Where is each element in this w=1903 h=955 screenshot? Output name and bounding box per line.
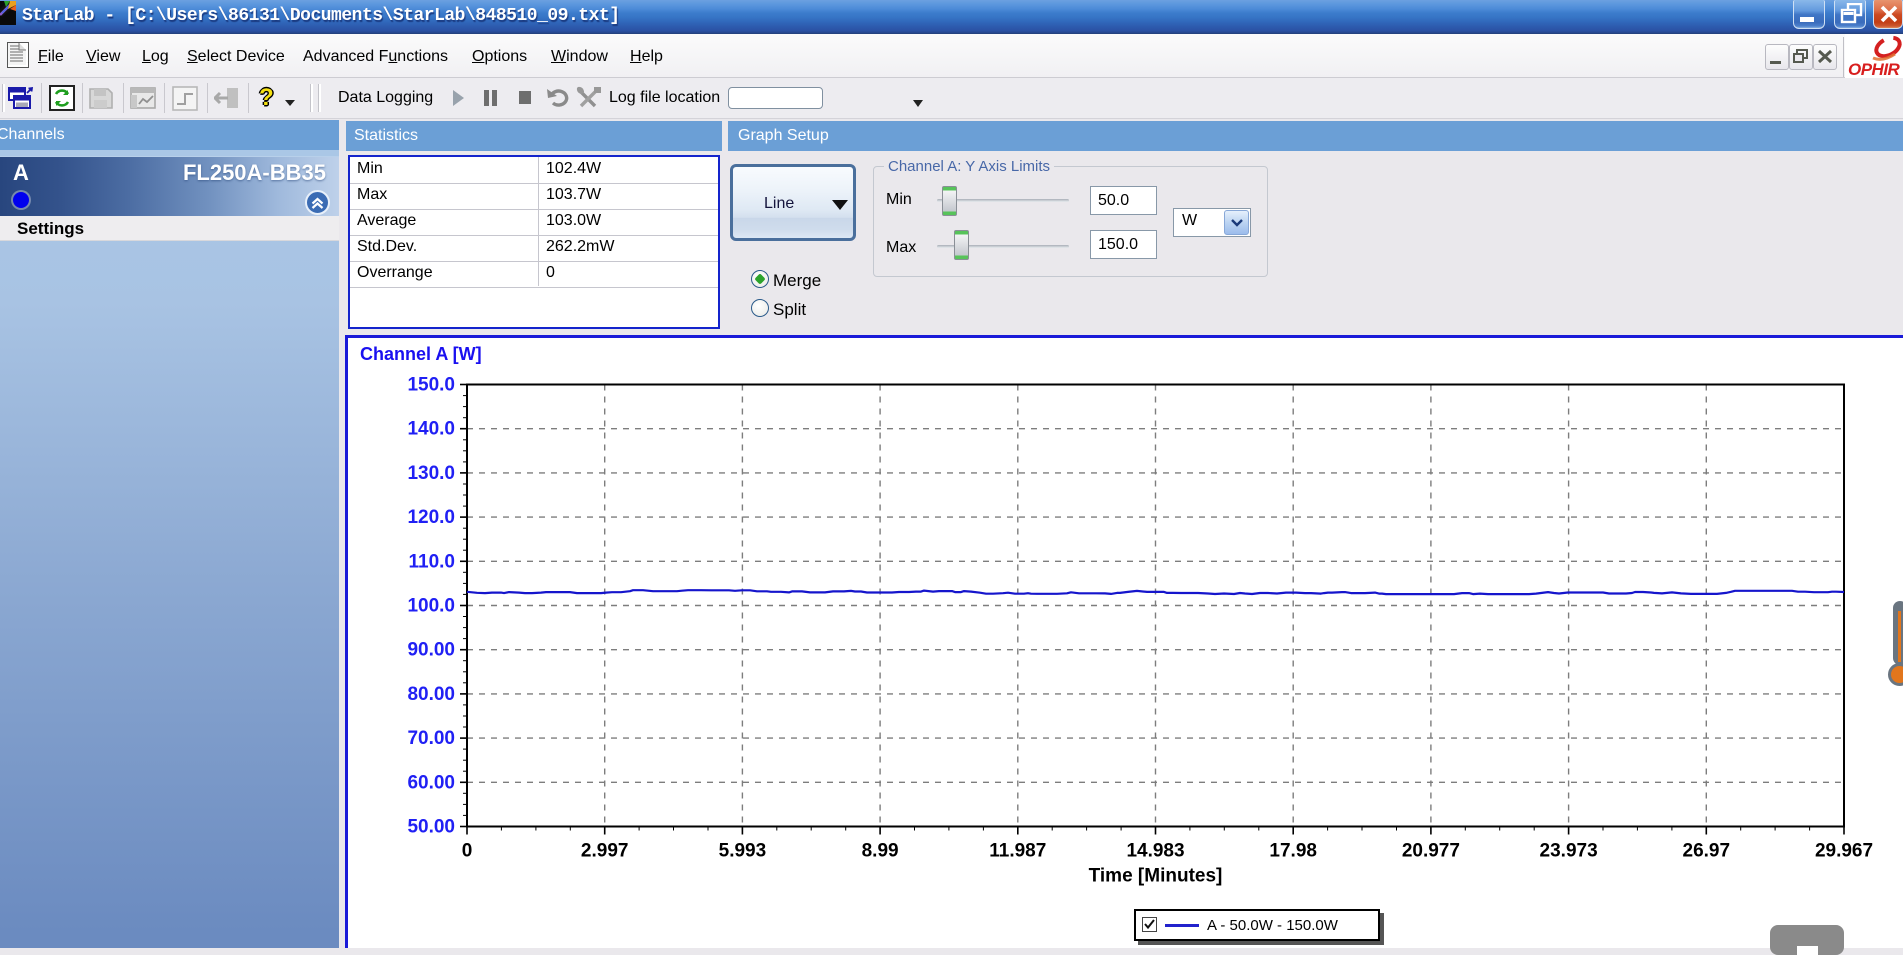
svg-text:26.97: 26.97 (1683, 841, 1731, 862)
svg-text:110.0: 110.0 (409, 551, 456, 572)
svg-text:5.993: 5.993 (719, 841, 767, 862)
svg-text:11.987: 11.987 (989, 841, 1046, 862)
svg-text:80.00: 80.00 (407, 684, 455, 705)
svg-text:60.00: 60.00 (407, 772, 455, 793)
svg-text:Time [Minutes]: Time [Minutes] (1089, 866, 1223, 887)
svg-text:8.99: 8.99 (862, 841, 899, 862)
svg-text:100.0: 100.0 (407, 596, 455, 617)
svg-text:2.997: 2.997 (581, 841, 629, 862)
svg-text:50.00: 50.00 (407, 817, 455, 838)
svg-text:0: 0 (462, 841, 473, 862)
svg-text:17.98: 17.98 (1269, 841, 1317, 862)
svg-text:14.983: 14.983 (1126, 841, 1184, 862)
svg-text:29.967: 29.967 (1815, 841, 1873, 862)
svg-text:OPHIR: OPHIR (1848, 60, 1901, 78)
svg-text:120.0: 120.0 (407, 507, 455, 528)
svg-text:20.977: 20.977 (1402, 841, 1460, 862)
svg-text:130.0: 130.0 (407, 463, 455, 484)
svg-text:150.0: 150.0 (407, 375, 455, 396)
svg-text:90.00: 90.00 (407, 640, 455, 661)
svg-text:140.0: 140.0 (407, 419, 455, 440)
svg-text:23.973: 23.973 (1540, 841, 1598, 862)
svg-text:70.00: 70.00 (407, 728, 455, 749)
